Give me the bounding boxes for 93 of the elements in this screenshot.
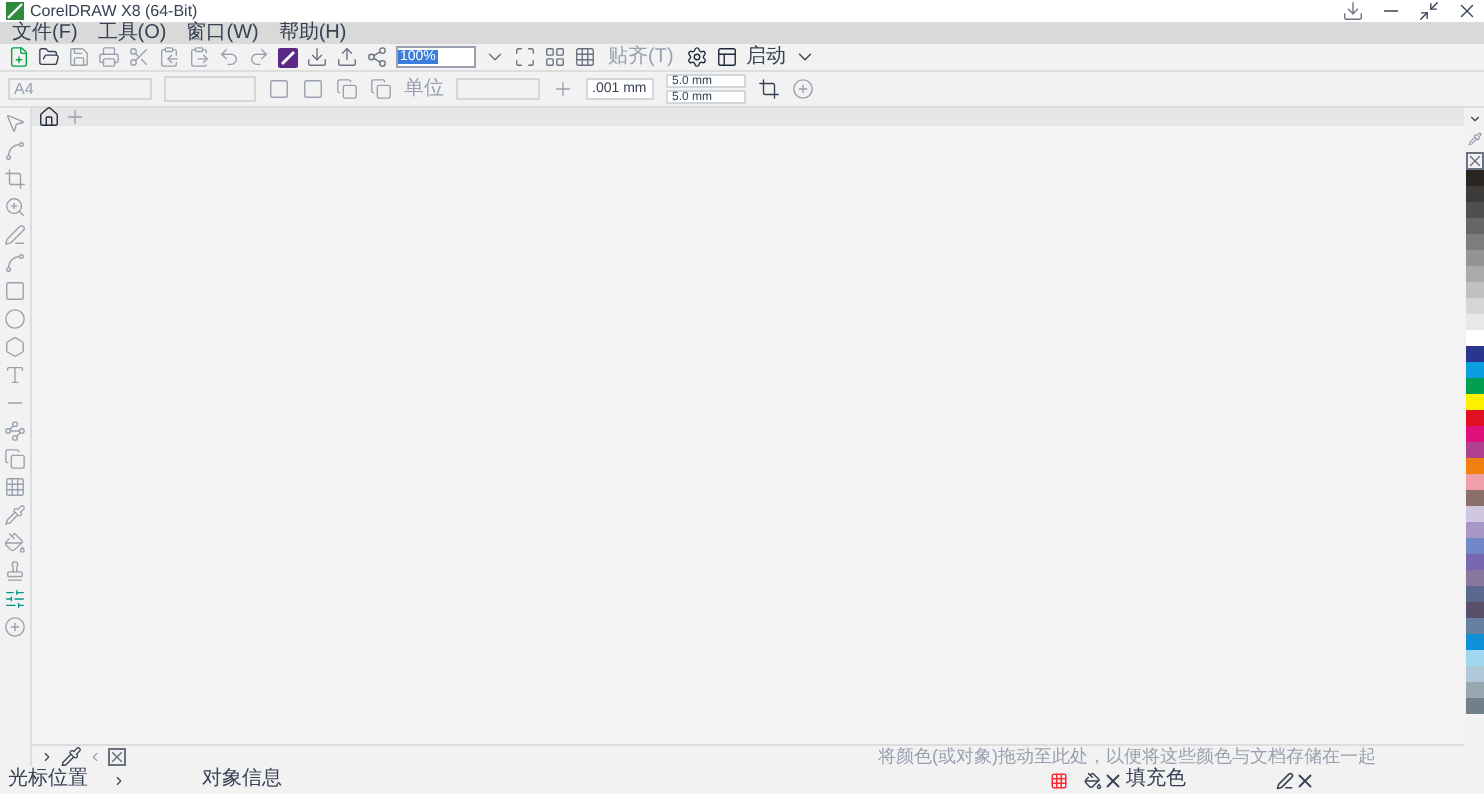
restore-icon[interactable] xyxy=(1418,0,1440,22)
color-swatch[interactable] xyxy=(1465,298,1483,314)
color-swatch[interactable] xyxy=(1465,682,1483,698)
close-icon[interactable] xyxy=(1456,0,1478,22)
settings-icon[interactable] xyxy=(685,46,708,68)
eyedropper-icon[interactable] xyxy=(60,745,82,767)
rectangle-icon[interactable] xyxy=(4,280,26,302)
stamp-icon[interactable] xyxy=(4,560,26,582)
color-swatch[interactable] xyxy=(1465,442,1483,458)
grid-icon[interactable] xyxy=(574,46,596,68)
color-swatch[interactable] xyxy=(1465,234,1483,250)
color-swatch[interactable] xyxy=(1465,202,1483,218)
fill-icon[interactable] xyxy=(1084,771,1102,789)
color-swatch[interactable] xyxy=(1465,554,1483,570)
no-outline-icon[interactable] xyxy=(1294,769,1316,791)
app-launcher-icon[interactable] xyxy=(278,47,298,67)
outline-icon[interactable] xyxy=(1276,771,1294,789)
color-swatch[interactable] xyxy=(1465,410,1483,426)
color-swatch[interactable] xyxy=(1465,394,1483,410)
palette-menu-icon[interactable] xyxy=(1467,112,1481,126)
portrait-icon[interactable] xyxy=(268,78,290,100)
scroll-left-icon[interactable] xyxy=(88,749,102,763)
menu-item[interactable]: 工具(O) xyxy=(97,23,167,43)
color-swatch[interactable] xyxy=(1465,650,1483,666)
object-info-label: 对象信息 xyxy=(202,770,282,790)
polygon-icon[interactable] xyxy=(4,336,26,358)
color-swatch[interactable] xyxy=(1465,490,1483,506)
cut-icon[interactable] xyxy=(128,46,150,68)
color-swatch[interactable] xyxy=(1465,314,1483,330)
full-screen-icon[interactable] xyxy=(514,46,536,68)
color-swatch[interactable] xyxy=(1465,570,1483,586)
export-icon[interactable] xyxy=(336,46,358,68)
undo-icon[interactable] xyxy=(218,46,240,68)
menu-item[interactable]: 文件(F) xyxy=(12,23,78,43)
color-swatch[interactable] xyxy=(1465,458,1483,474)
add-icon[interactable] xyxy=(4,616,26,638)
fill-label: 填充色 xyxy=(1126,770,1186,790)
pointer-icon[interactable] xyxy=(4,112,26,134)
document-palette-hint: 将颜色(或对象)拖动至此处，以便将这些颜色与文档存储在一起 xyxy=(876,747,1378,765)
new-document-icon[interactable] xyxy=(8,46,30,68)
no-color-swatch[interactable] xyxy=(108,747,126,765)
color-swatch[interactable] xyxy=(1465,186,1483,202)
color-swatch[interactable] xyxy=(1465,282,1483,298)
ellipse-icon[interactable] xyxy=(4,308,26,330)
redo-icon[interactable] xyxy=(248,46,270,68)
curve-icon[interactable] xyxy=(4,252,26,274)
color-swatch[interactable] xyxy=(1465,634,1483,650)
folder-icon[interactable] xyxy=(38,46,60,68)
color-swatch[interactable] xyxy=(1465,602,1483,618)
color-swatch[interactable] xyxy=(1465,170,1483,186)
color-swatch[interactable] xyxy=(1465,426,1483,442)
crop-icon[interactable] xyxy=(4,168,26,190)
launch-dropdown[interactable]: 启动 xyxy=(745,47,786,67)
zoom-icon[interactable] xyxy=(4,196,26,218)
menu-item[interactable]: 帮助(H) xyxy=(278,23,347,43)
sliders-icon[interactable] xyxy=(4,588,26,610)
cursor-position-label: 光标位置 xyxy=(8,770,88,790)
color-swatch[interactable] xyxy=(1465,250,1483,266)
color-swatch[interactable] xyxy=(1465,218,1483,234)
color-swatch[interactable] xyxy=(1465,330,1483,346)
landscape-icon[interactable] xyxy=(302,78,324,100)
units-label: 单位 xyxy=(404,79,444,99)
color-swatch[interactable] xyxy=(1465,586,1483,602)
no-color-swatch[interactable] xyxy=(1465,152,1483,170)
color-swatch[interactable] xyxy=(1465,346,1483,362)
import-icon[interactable] xyxy=(306,46,328,68)
color-swatch[interactable] xyxy=(1465,266,1483,282)
add-icon[interactable] xyxy=(792,78,814,100)
units-field[interactable] xyxy=(456,78,540,100)
expand-icon[interactable] xyxy=(112,773,126,787)
save-icon[interactable] xyxy=(68,46,90,68)
color-swatch[interactable] xyxy=(1465,362,1483,378)
color-swatch[interactable] xyxy=(1465,522,1483,538)
color-swatch[interactable] xyxy=(1465,378,1483,394)
paste-icon[interactable] xyxy=(188,46,210,68)
color-swatch[interactable] xyxy=(1465,618,1483,634)
page-dimension-field[interactable] xyxy=(164,76,256,102)
copy-icon[interactable] xyxy=(158,46,180,68)
window-title: CorelDRAW X8 (64-Bit) xyxy=(30,3,198,19)
connector-icon[interactable] xyxy=(4,420,26,442)
color-swatch[interactable] xyxy=(1465,538,1483,554)
print-icon[interactable] xyxy=(98,46,120,68)
color-swatch[interactable] xyxy=(1465,506,1483,522)
no-fill-icon[interactable] xyxy=(1102,769,1124,791)
expand-icon[interactable] xyxy=(40,749,54,763)
text-icon[interactable] xyxy=(4,364,26,386)
pen-icon[interactable] xyxy=(4,224,26,246)
home-tab-icon[interactable] xyxy=(38,106,60,128)
color-swatch[interactable] xyxy=(1465,474,1483,490)
color-swatch[interactable] xyxy=(1465,698,1483,714)
menu-item[interactable]: 窗口(W) xyxy=(186,23,259,43)
download-icon[interactable] xyxy=(1342,0,1364,22)
color-swatch[interactable] xyxy=(1465,666,1483,682)
